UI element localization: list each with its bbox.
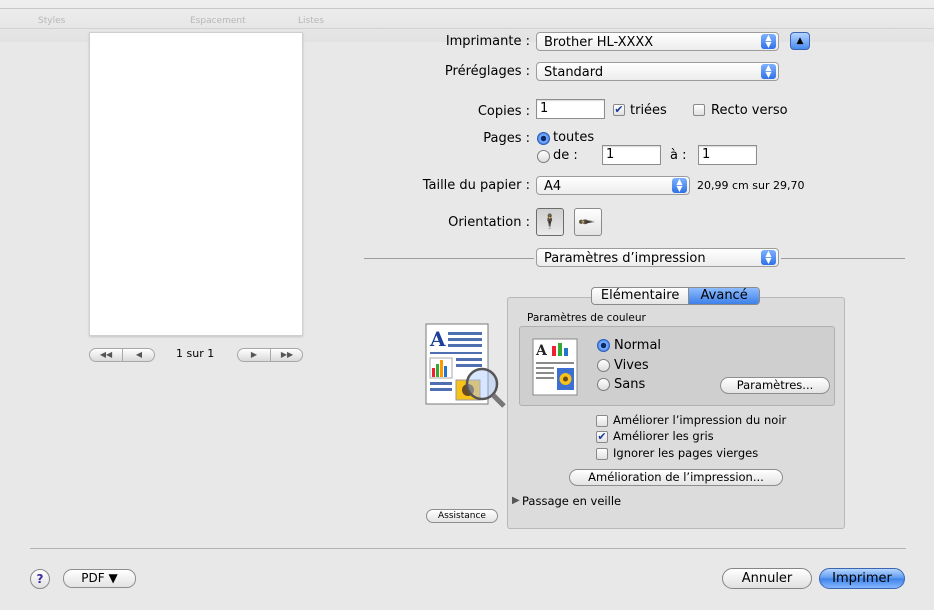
popup-arrows-icon: ▲ ▼	[761, 34, 776, 49]
print-preview	[89, 32, 303, 336]
color-settings-group-label: Paramètres de couleur	[527, 312, 646, 324]
preview-page-indicator: 1 sur 1	[176, 347, 215, 360]
paper-size-popup[interactable]: A4 ▲ ▼	[536, 176, 690, 195]
improve-black-checkbox[interactable]	[596, 415, 608, 427]
popup-arrows-icon: ▲ ▼	[672, 178, 687, 193]
color-none-label: Sans	[614, 377, 646, 392]
sleep-mode-label[interactable]: Passage en veille	[522, 494, 621, 508]
printer-label: Imprimante :	[445, 34, 530, 49]
pages-from-label: de :	[553, 148, 578, 163]
footer-separator	[30, 548, 906, 549]
print-settings-value: Paramètres d’impression	[544, 251, 706, 266]
pages-to-label: à :	[670, 148, 687, 163]
portrait-person-icon: 🕴	[541, 214, 559, 230]
copies-label: Copies :	[477, 104, 530, 119]
help-button[interactable]: ?	[30, 569, 50, 589]
color-normal-radio[interactable]	[597, 339, 610, 352]
paper-size-value: A4	[544, 179, 562, 194]
color-vivid-label: Vives	[614, 358, 649, 373]
cancel-button[interactable]: Annuler	[722, 568, 812, 589]
presets-popup[interactable]: Standard ▲ ▼	[536, 62, 779, 81]
preview-first-prev-buttons[interactable]: ◀◀ ◀	[89, 348, 155, 362]
sheet-edge	[0, 8, 934, 9]
pages-range-radio[interactable]	[537, 150, 550, 163]
presets-label: Préréglages :	[444, 64, 530, 79]
color-normal-label: Normal	[614, 338, 662, 353]
pages-all-label: toutes	[553, 130, 595, 145]
presets-value: Standard	[544, 65, 604, 80]
pages-all-radio[interactable]	[537, 132, 550, 145]
improve-black-label: Améliorer l’impression du noir	[613, 413, 787, 427]
toolbar-ghost-lists: Listes	[298, 16, 324, 26]
toolbar-ghost-styles: Styles	[38, 16, 66, 26]
orientation-portrait-button[interactable]: 🕴	[536, 208, 564, 236]
triangle-up-icon: ▲	[796, 36, 804, 46]
improve-gray-checkbox[interactable]: ✔	[596, 431, 608, 443]
copies-field[interactable]: 1	[536, 99, 605, 119]
print-button[interactable]: Imprimer	[819, 568, 905, 589]
printer-value: Brother HL-XXXX	[544, 35, 654, 50]
preview-next-last-buttons[interactable]: ▶ ▶▶	[237, 348, 303, 362]
paper-size-label: Taille du papier :	[422, 178, 530, 193]
pages-from-field[interactable]: 1	[602, 145, 661, 165]
printer-popup[interactable]: Brother HL-XXXX ▲ ▼	[536, 32, 779, 51]
preview-next-button[interactable]: ▶	[238, 349, 270, 361]
section-separator-left	[364, 258, 534, 259]
section-separator-right	[781, 258, 905, 259]
pages-to-field[interactable]: 1	[698, 145, 757, 165]
preview-first-button[interactable]: ◀◀	[90, 349, 122, 361]
print-settings-popup[interactable]: Paramètres d’impression ▲ ▼	[536, 248, 779, 267]
preview-last-button[interactable]: ▶▶	[270, 349, 303, 361]
color-vivid-radio[interactable]	[597, 359, 610, 372]
skip-blank-label: Ignorer les pages vierges	[613, 446, 759, 460]
tab-basic[interactable]: Elémentaire	[592, 288, 690, 304]
print-settings-document-icon: A	[425, 323, 506, 408]
collapse-disclosure-button[interactable]: ▲	[790, 32, 810, 50]
svg-text:A: A	[535, 343, 548, 359]
color-none-radio[interactable]	[597, 378, 610, 391]
preview-prev-button[interactable]: ◀	[122, 349, 155, 361]
tab-control[interactable]: Elémentaire Avancé	[591, 287, 760, 305]
color-settings-button[interactable]: Paramètres...	[720, 377, 830, 394]
popup-arrows-icon: ▲ ▼	[761, 64, 776, 79]
improve-print-button[interactable]: Amélioration de l’impression...	[569, 469, 783, 486]
collated-label: triées	[630, 103, 667, 118]
improve-gray-label: Améliorer les gris	[613, 429, 714, 443]
duplex-label: Recto verso	[711, 103, 788, 118]
paper-dimensions: 20,99 cm sur 29,70	[697, 179, 805, 192]
disclosure-triangle-icon[interactable]: ▶	[512, 495, 520, 506]
skip-blank-checkbox[interactable]	[596, 448, 608, 460]
toolbar-ruler-line	[0, 28, 934, 29]
pages-label: Pages :	[483, 131, 530, 146]
duplex-checkbox[interactable]	[693, 104, 705, 116]
orientation-landscape-button[interactable]: 🕴	[574, 208, 602, 236]
color-sample-icon: A	[532, 338, 578, 396]
toolbar-ghost-spacing: Espacement	[190, 16, 246, 26]
svg-text:A: A	[429, 327, 446, 351]
question-mark-icon: ?	[36, 572, 44, 586]
assistance-button[interactable]: Assistance	[426, 509, 498, 523]
landscape-person-icon: 🕴	[580, 213, 596, 231]
popup-arrows-icon: ▲ ▼	[761, 250, 776, 265]
orientation-label: Orientation :	[448, 215, 530, 230]
pdf-menu-button[interactable]: PDF ▼	[63, 569, 136, 588]
tab-advanced[interactable]: Avancé	[689, 288, 759, 304]
collated-checkbox[interactable]: ✔	[613, 104, 625, 116]
